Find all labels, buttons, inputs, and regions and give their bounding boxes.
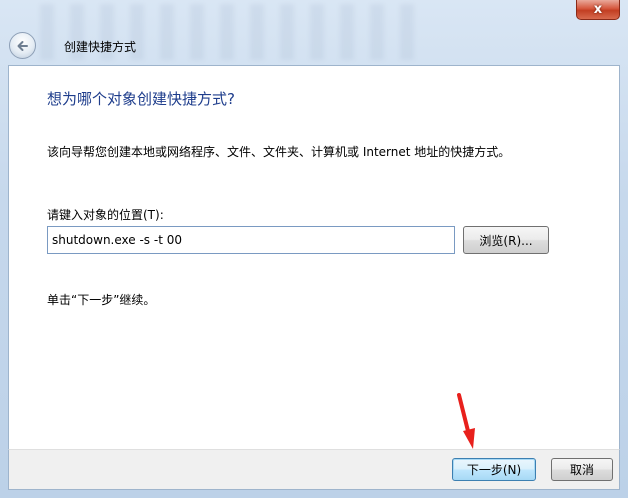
page-heading: 想为哪个对象创建快捷方式? [47,90,235,108]
window-frame: x 创建快捷方式 想为哪个对象创建快捷方式? 该向导帮您创建本地或网络程序、文件… [0,0,628,498]
wizard-content: 想为哪个对象创建快捷方式? 该向导帮您创建本地或网络程序、文件、文件夹、计算机或… [8,65,620,449]
next-button-label: 下一步(N) [466,463,522,477]
back-arrow-icon [17,40,28,51]
close-button[interactable]: x [576,0,620,20]
continue-hint: 单击“下一步”继续。 [47,293,156,307]
close-icon: x [593,2,603,17]
back-button[interactable] [9,32,36,59]
window-title: 创建快捷方式 [64,40,137,54]
next-button[interactable]: 下一步(N) [452,458,536,481]
location-label: 请键入对象的位置(T): [47,208,164,222]
wizard-description: 该向导帮您创建本地或网络程序、文件、文件夹、计算机或 Internet 地址的快… [47,145,511,159]
browse-button[interactable]: 浏览(R)... [463,226,549,254]
button-bar: 下一步(N) 取消 [8,449,620,490]
red-arrow-annotation [457,393,475,449]
browse-button-label: 浏览(R)... [479,233,533,248]
location-input[interactable] [47,226,455,254]
cancel-button[interactable]: 取消 [551,458,613,481]
cancel-button-label: 取消 [569,463,594,477]
